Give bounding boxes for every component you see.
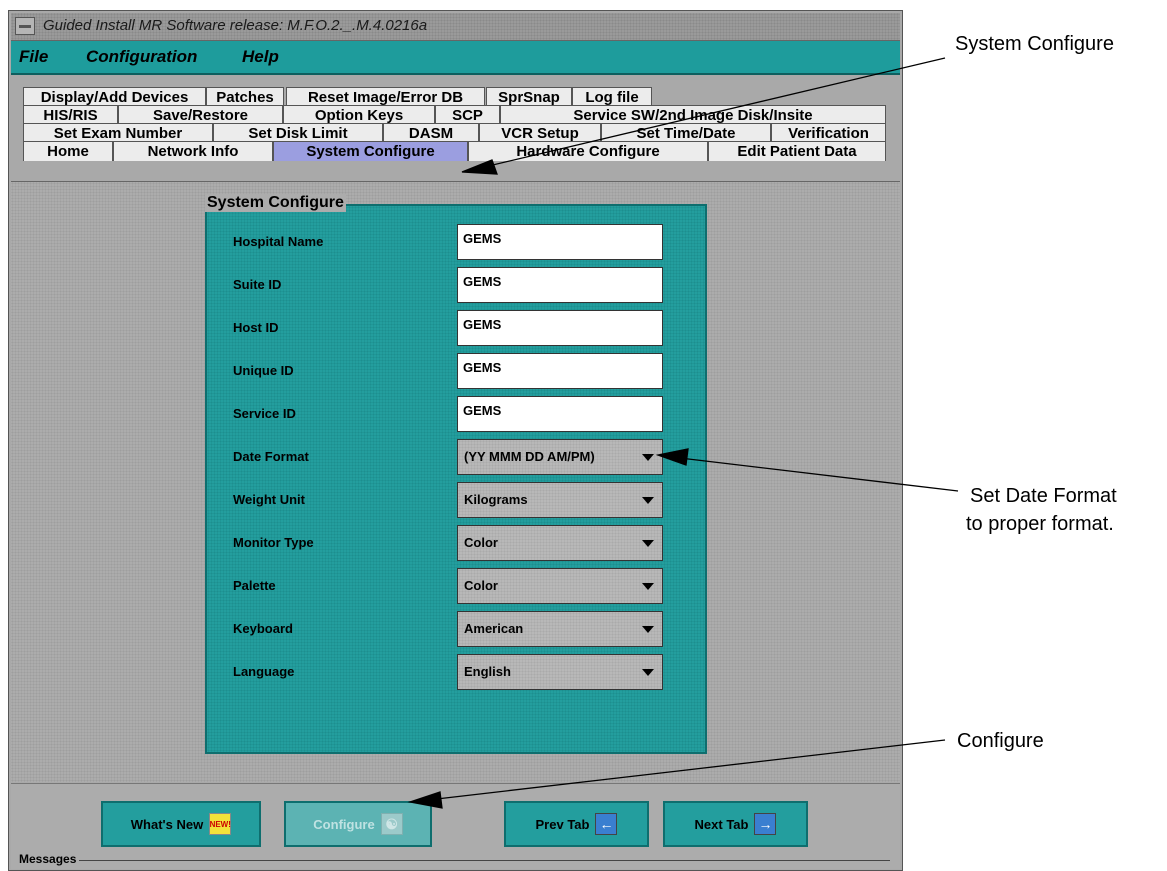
- configure-label: Configure: [313, 816, 375, 832]
- tab-display-add-devices[interactable]: Display/Add Devices: [23, 87, 206, 107]
- whats-new-label: What's New: [130, 816, 204, 832]
- monitor-type-label: Monitor Type: [233, 535, 314, 550]
- weight-unit-select[interactable]: Kilograms: [457, 482, 663, 518]
- window-title: Guided Install MR Software release: M.F.…: [43, 17, 428, 34]
- tab-set-exam-number[interactable]: Set Exam Number: [23, 123, 213, 143]
- tab-log-file[interactable]: Log file: [572, 87, 652, 107]
- unique-id-label: Unique ID: [233, 363, 294, 378]
- arrow-right-icon: →: [754, 813, 777, 835]
- callout-system-configure: System Configure: [955, 33, 1114, 55]
- system-configure-panel: Hospital Name GEMS Suite ID GEMS Host ID…: [205, 204, 707, 754]
- menu-file[interactable]: File: [19, 47, 48, 67]
- unique-id-field[interactable]: GEMS: [457, 353, 663, 389]
- date-format-select[interactable]: (YY MMM DD AM/PM): [457, 439, 663, 475]
- service-id-label: Service ID: [233, 406, 296, 421]
- configure-button[interactable]: Configure ☯: [284, 801, 432, 847]
- menu-bar: File Configuration Help: [11, 41, 900, 75]
- arrow-left-icon: ←: [595, 813, 618, 835]
- tab-set-time-date[interactable]: Set Time/Date: [601, 123, 771, 143]
- tab-verification[interactable]: Verification: [771, 123, 886, 143]
- weight-unit-value: Kilograms: [464, 492, 528, 507]
- tab-save-restore[interactable]: Save/Restore: [118, 105, 283, 125]
- tab-patches[interactable]: Patches: [206, 87, 284, 107]
- hospital-name-label: Hospital Name: [233, 234, 324, 249]
- next-tab-button[interactable]: Next Tab →: [663, 801, 808, 847]
- tab-set-disk-limit[interactable]: Set Disk Limit: [213, 123, 383, 143]
- date-format-value: (YY MMM DD AM/PM): [464, 449, 595, 464]
- palette-value: Color: [464, 578, 498, 593]
- chevron-down-icon: [642, 626, 654, 633]
- chevron-down-icon: [642, 497, 654, 504]
- tab-system-configure[interactable]: System Configure: [273, 141, 468, 161]
- tab-network-info[interactable]: Network Info: [113, 141, 273, 161]
- host-id-label: Host ID: [233, 320, 279, 335]
- language-label: Language: [233, 664, 295, 679]
- monitor-type-value: Color: [464, 535, 498, 550]
- tab-scp[interactable]: SCP: [435, 105, 500, 125]
- keyboard-value: American: [464, 621, 524, 636]
- host-id-field[interactable]: GEMS: [457, 310, 663, 346]
- callout-date-format-line2: to proper format.: [966, 513, 1114, 535]
- content-area: Hospital Name GEMS Suite ID GEMS Host ID…: [11, 181, 900, 782]
- tab-option-keys[interactable]: Option Keys: [283, 105, 435, 125]
- keyboard-label: Keyboard: [233, 621, 293, 636]
- guided-install-window: Guided Install MR Software release: M.F.…: [8, 10, 903, 871]
- suite-id-label: Suite ID: [233, 277, 282, 292]
- tab-service-sw[interactable]: Service SW/2nd Image Disk/Insite: [500, 105, 886, 125]
- callout-configure: Configure: [957, 730, 1044, 752]
- language-value: English: [464, 664, 511, 679]
- tab-his-ris[interactable]: HIS/RIS: [23, 105, 118, 125]
- callout-date-format-line1: Set Date Format: [970, 485, 1117, 507]
- tab-dasm[interactable]: DASM: [383, 123, 479, 143]
- next-tab-label: Next Tab: [694, 816, 749, 832]
- tab-vcr-setup[interactable]: VCR Setup: [479, 123, 601, 143]
- chevron-down-icon: [642, 583, 654, 590]
- title-bar[interactable]: Guided Install MR Software release: M.F.…: [11, 13, 900, 41]
- weight-unit-label: Weight Unit: [233, 492, 305, 507]
- language-select[interactable]: English: [457, 654, 663, 690]
- bottom-bar: What's New NEW! Configure ☯ Prev Tab ← N…: [11, 783, 900, 869]
- tab-area: Display/Add Devices Patches Reset Image/…: [11, 75, 900, 185]
- panel-title: System Configure: [205, 194, 346, 212]
- monitor-type-select[interactable]: Color: [457, 525, 663, 561]
- prev-tab-button[interactable]: Prev Tab ←: [504, 801, 649, 847]
- configure-icon: ☯: [380, 813, 403, 835]
- new-badge-icon: NEW!: [209, 813, 232, 835]
- tab-edit-patient-data[interactable]: Edit Patient Data: [708, 141, 886, 161]
- messages-label: Messages: [19, 852, 80, 866]
- chevron-down-icon: [642, 669, 654, 676]
- date-format-label: Date Format: [233, 449, 309, 464]
- whats-new-button[interactable]: What's New NEW!: [101, 801, 261, 847]
- service-id-field[interactable]: GEMS: [457, 396, 663, 432]
- prev-tab-label: Prev Tab: [535, 816, 590, 832]
- window-menu-button[interactable]: [15, 17, 35, 35]
- chevron-down-icon: [642, 540, 654, 547]
- palette-select[interactable]: Color: [457, 568, 663, 604]
- menu-help[interactable]: Help: [242, 47, 279, 67]
- keyboard-select[interactable]: American: [457, 611, 663, 647]
- messages-divider: [19, 860, 890, 861]
- palette-label: Palette: [233, 578, 276, 593]
- menu-configuration[interactable]: Configuration: [86, 47, 197, 67]
- tab-home[interactable]: Home: [23, 141, 113, 161]
- tab-reset-image-error-db[interactable]: Reset Image/Error DB: [286, 87, 485, 107]
- hospital-name-field[interactable]: GEMS: [457, 224, 663, 260]
- tab-sprsnap[interactable]: SprSnap: [486, 87, 572, 107]
- chevron-down-icon: [642, 454, 654, 461]
- tab-hardware-configure[interactable]: Hardware Configure: [468, 141, 708, 161]
- suite-id-field[interactable]: GEMS: [457, 267, 663, 303]
